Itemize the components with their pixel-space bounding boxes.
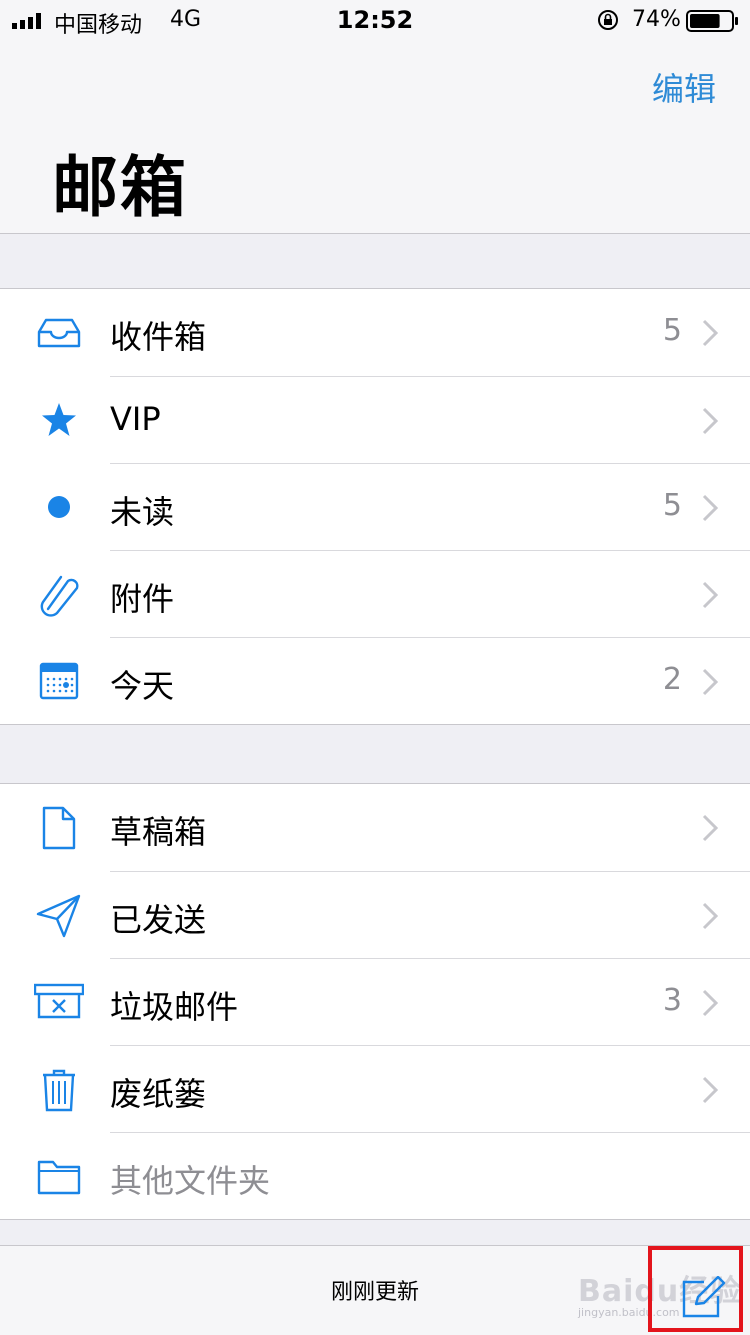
chevron-right-icon xyxy=(702,407,718,435)
page-title: 邮箱 xyxy=(52,149,188,226)
draft-icon xyxy=(42,806,76,850)
chevron-right-icon xyxy=(702,668,718,696)
chevron-right-icon xyxy=(702,989,718,1017)
mailbox-label: VIP xyxy=(110,400,161,438)
calendar-icon xyxy=(39,662,79,700)
inbox-icon xyxy=(37,318,81,348)
mailbox-label: 今天 xyxy=(110,667,175,705)
folder-row-drafts[interactable]: 草稿箱 xyxy=(0,784,750,871)
paperclip-icon xyxy=(40,575,79,617)
unread-count: 5 xyxy=(662,488,682,523)
edit-button[interactable]: 编辑 xyxy=(652,64,716,110)
star-icon xyxy=(42,403,76,436)
status-bar: 中国移动 4G 12:52 74% xyxy=(0,0,750,40)
mailbox-label: 未读 xyxy=(110,493,175,531)
folder-label: 已发送 xyxy=(110,901,207,939)
folder-row-other[interactable]: 其他文件夹 xyxy=(0,1132,750,1219)
compose-button[interactable] xyxy=(648,1246,743,1332)
chevron-right-icon xyxy=(702,1076,718,1104)
chevron-right-icon xyxy=(702,902,718,930)
sent-icon xyxy=(36,894,81,938)
mailbox-row-inbox[interactable]: 收件箱 5 xyxy=(0,289,750,376)
mailbox-row-unread[interactable]: 未读 5 xyxy=(0,463,750,550)
mailbox-label: 收件箱 xyxy=(110,318,207,356)
folder-label: 其他文件夹 xyxy=(110,1162,271,1200)
folder-count: 3 xyxy=(662,983,682,1018)
mailbox-list: 收件箱 5 VIP 未读 5 附件 今天 2 xyxy=(0,288,750,725)
unread-dot-icon xyxy=(48,496,70,518)
folder-label: 草稿箱 xyxy=(110,813,207,851)
folder-label: 废纸篓 xyxy=(110,1075,207,1113)
mailbox-row-vip[interactable]: VIP xyxy=(0,376,750,463)
chevron-right-icon xyxy=(702,814,718,842)
unread-count: 2 xyxy=(662,662,682,697)
folder-list: 草稿箱 已发送 垃圾邮件 3 废纸篓 其他文件夹 xyxy=(0,783,750,1220)
mailbox-row-today[interactable]: 今天 2 xyxy=(0,637,750,724)
trash-icon xyxy=(43,1069,75,1112)
unread-count: 5 xyxy=(662,313,682,348)
battery-percent: 74% xyxy=(632,7,681,32)
chevron-right-icon xyxy=(702,581,718,609)
folder-label: 垃圾邮件 xyxy=(110,988,239,1026)
chevron-right-icon xyxy=(702,494,718,522)
chevron-right-icon xyxy=(702,319,718,347)
mailbox-row-attachments[interactable]: 附件 xyxy=(0,550,750,637)
rotation-lock-icon xyxy=(598,10,618,30)
folder-row-trash[interactable]: 废纸篓 xyxy=(0,1045,750,1132)
folder-row-sent[interactable]: 已发送 xyxy=(0,871,750,958)
mailbox-label: 附件 xyxy=(110,580,175,618)
bottom-toolbar: 刚刚更新 Baidu经验 jingyan.baidu.com xyxy=(0,1245,750,1335)
navigation-header: 编辑 邮箱 xyxy=(0,40,750,234)
junk-icon xyxy=(34,983,84,1019)
compose-icon xyxy=(682,1276,726,1318)
battery-icon xyxy=(686,10,738,32)
folder-row-junk[interactable]: 垃圾邮件 3 xyxy=(0,958,750,1045)
folder-icon xyxy=(37,1160,81,1195)
